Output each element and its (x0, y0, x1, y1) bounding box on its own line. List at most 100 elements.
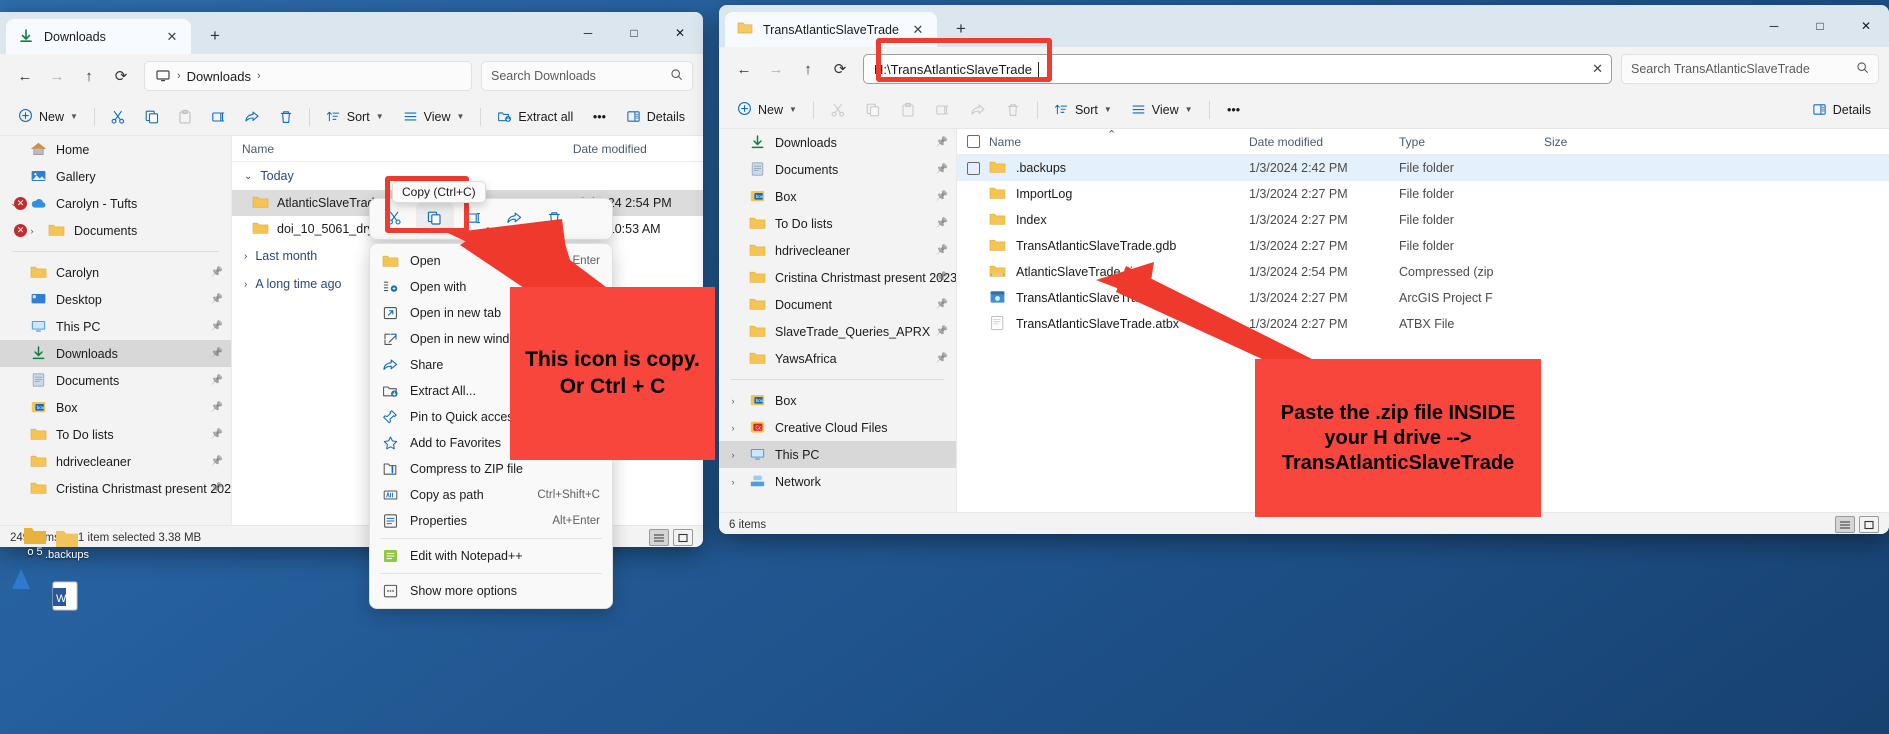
refresh-button[interactable]: ⟳ (825, 54, 855, 84)
new-button[interactable]: New ▼ (729, 95, 805, 125)
sidebar-item-hdrivecleaner[interactable]: hdrivecleaner📌 (719, 237, 956, 264)
maximize-button[interactable]: □ (611, 12, 657, 54)
column-size[interactable]: Size (1534, 135, 1614, 149)
sidebar-item-to-do-lists[interactable]: To Do lists📌 (719, 210, 956, 237)
pin-icon[interactable]: 📌 (211, 294, 223, 305)
pin-icon[interactable]: 📌 (936, 353, 948, 364)
table-row[interactable]: ImportLog1/3/2024 2:27 PMFile folder (957, 181, 1889, 207)
search-input[interactable]: Search TransAtlanticSlaveTrade (1621, 54, 1879, 84)
sidebar-item-downloads[interactable]: Downloads📌 (719, 129, 956, 156)
pin-icon[interactable]: 📌 (211, 375, 223, 386)
sidebar-item-to-do-lists[interactable]: To Do lists📌 (0, 421, 231, 448)
close-button[interactable]: ✕ (657, 12, 703, 54)
refresh-button[interactable]: ⟳ (106, 61, 136, 91)
sort-button[interactable]: Sort ▼ (318, 102, 392, 132)
details-pane-button[interactable]: Details (1804, 95, 1879, 125)
sidebar-item-carolyn[interactable]: Carolyn📌 (0, 259, 231, 286)
sidebar-item-yawsafrica[interactable]: YawsAfrica📌 (719, 345, 956, 372)
details-view-toggle[interactable] (1835, 516, 1855, 533)
up-button[interactable]: ↑ (74, 61, 104, 91)
pin-icon[interactable]: 📌 (936, 137, 948, 148)
sidebar-item-box[interactable]: boxBox📌 (0, 394, 231, 421)
pin-icon[interactable]: 📌 (211, 456, 223, 467)
back-button[interactable]: ← (10, 61, 40, 91)
pin-icon[interactable]: 📌 (936, 164, 948, 175)
view-toggle-group[interactable] (1835, 516, 1879, 533)
pin-icon[interactable]: 📌 (936, 191, 948, 202)
menu-item-show-more-options[interactable]: Show more options (370, 578, 612, 604)
breadcrumb-item-downloads[interactable]: Downloads (187, 69, 251, 84)
more-options-button[interactable]: ••• (584, 102, 614, 132)
minimize-button[interactable]: ─ (1751, 5, 1797, 47)
view-button[interactable]: View ▼ (395, 102, 473, 132)
pin-icon[interactable]: 📌 (211, 267, 223, 278)
pin-icon[interactable]: 📌 (936, 245, 948, 256)
sidebar-item-carolyn-tufts[interactable]: ⌄✕Carolyn - Tufts (0, 190, 231, 217)
menu-item-copy-as-path[interactable]: Copy as pathCtrl+Shift+C (370, 482, 612, 508)
sidebar-item-documents[interactable]: Documents📌 (719, 156, 956, 183)
tab-downloads[interactable]: Downloads ✕ (6, 19, 191, 54)
search-input[interactable]: Search Downloads (481, 61, 693, 91)
sidebar-item-slavetrade-queries-aprx[interactable]: SlaveTrade_Queries_APRX📌 (719, 318, 956, 345)
column-name[interactable]: Name (957, 135, 1239, 149)
menu-item-properties[interactable]: PropertiesAlt+Enter (370, 508, 612, 534)
maximize-button[interactable]: □ (1797, 5, 1843, 47)
pin-icon[interactable]: 📌 (211, 321, 223, 332)
sidebar-item-downloads[interactable]: Downloads📌 (0, 340, 231, 367)
large-icons-view-toggle[interactable] (673, 529, 693, 546)
sidebar-item-cristina-christmast-present-2023[interactable]: Cristina Christmast present 2023📌 (0, 475, 231, 502)
clear-address-button[interactable]: ✕ (1592, 61, 1603, 77)
sidebar-item-documents[interactable]: ›✕Documents (0, 217, 231, 244)
new-tab-button[interactable]: + (201, 22, 229, 50)
sidebar-item-box[interactable]: boxBox📌 (719, 183, 956, 210)
sidebar-item-documents[interactable]: Documents📌 (0, 367, 231, 394)
pin-icon[interactable]: 📌 (211, 483, 223, 494)
pin-icon[interactable]: 📌 (211, 429, 223, 440)
sort-button[interactable]: Sort ▼ (1046, 95, 1120, 125)
menu-item-edit-with-notepad[interactable]: Edit with Notepad++ (370, 543, 612, 569)
chevron-right-icon[interactable]: › (244, 279, 247, 290)
sidebar-item-home[interactable]: Home (0, 136, 231, 163)
cut-button[interactable] (103, 102, 133, 132)
new-button[interactable]: New ▼ (10, 102, 86, 132)
pin-icon[interactable]: 📌 (936, 299, 948, 310)
delete-button[interactable] (270, 102, 300, 132)
sidebar-item-cristina-christmast-present-2023[interactable]: Cristina Christmast present 2023📌 (719, 264, 956, 291)
details-pane-button[interactable]: Details (618, 102, 693, 132)
chevron-down-icon[interactable]: ⌄ (244, 171, 252, 182)
sidebar-item-this-pc[interactable]: ›This PC (719, 441, 956, 468)
chevron-right-icon[interactable]: › (725, 396, 741, 406)
rename-button[interactable] (203, 102, 233, 132)
pin-icon[interactable]: 📌 (211, 348, 223, 359)
desktop-icon-backups[interactable]: .backups (32, 525, 102, 561)
column-name[interactable]: Name (232, 142, 563, 156)
select-all-checkbox[interactable] (967, 135, 980, 148)
view-toggle-group[interactable] (649, 529, 693, 546)
sidebar-item-hdrivecleaner[interactable]: hdrivecleaner📌 (0, 448, 231, 475)
row-checkbox[interactable] (967, 162, 980, 175)
sidebar-item-creative-cloud-files[interactable]: ›CcCreative Cloud Files (719, 414, 956, 441)
sidebar-item-gallery[interactable]: Gallery (0, 163, 231, 190)
word-icon[interactable]: W (50, 580, 80, 615)
copy-button[interactable] (136, 102, 166, 132)
chevron-right-icon[interactable]: › (725, 423, 741, 433)
tab-close-button[interactable]: ✕ (161, 26, 183, 48)
column-date-modified[interactable]: Date modified (1239, 135, 1389, 149)
right-navigation-pane[interactable]: Downloads📌Documents📌boxBox📌To Do lists📌h… (719, 129, 957, 512)
pin-icon[interactable]: 📌 (936, 326, 948, 337)
sidebar-item-box[interactable]: ›boxBox (719, 387, 956, 414)
back-button[interactable]: ← (729, 54, 759, 84)
extract-all-button[interactable]: Extract all (489, 102, 581, 132)
adobe-icon[interactable] (8, 565, 34, 596)
breadcrumb[interactable]: › Downloads › (144, 61, 472, 91)
table-row[interactable]: Index1/3/2024 2:27 PMFile folder (957, 207, 1889, 233)
details-view-toggle[interactable] (649, 529, 669, 546)
close-button[interactable]: ✕ (1843, 5, 1889, 47)
chevron-right-icon[interactable]: › (725, 450, 741, 460)
more-options-button[interactable]: ••• (1218, 95, 1250, 125)
chevron-right-icon[interactable]: › (725, 477, 741, 487)
table-row[interactable]: TransAtlanticSlaveTrade.gdb1/3/2024 2:27… (957, 233, 1889, 259)
table-row[interactable]: .backups1/3/2024 2:42 PMFile folder (957, 155, 1889, 181)
share-button[interactable] (237, 102, 267, 132)
column-type[interactable]: Type (1389, 135, 1534, 149)
